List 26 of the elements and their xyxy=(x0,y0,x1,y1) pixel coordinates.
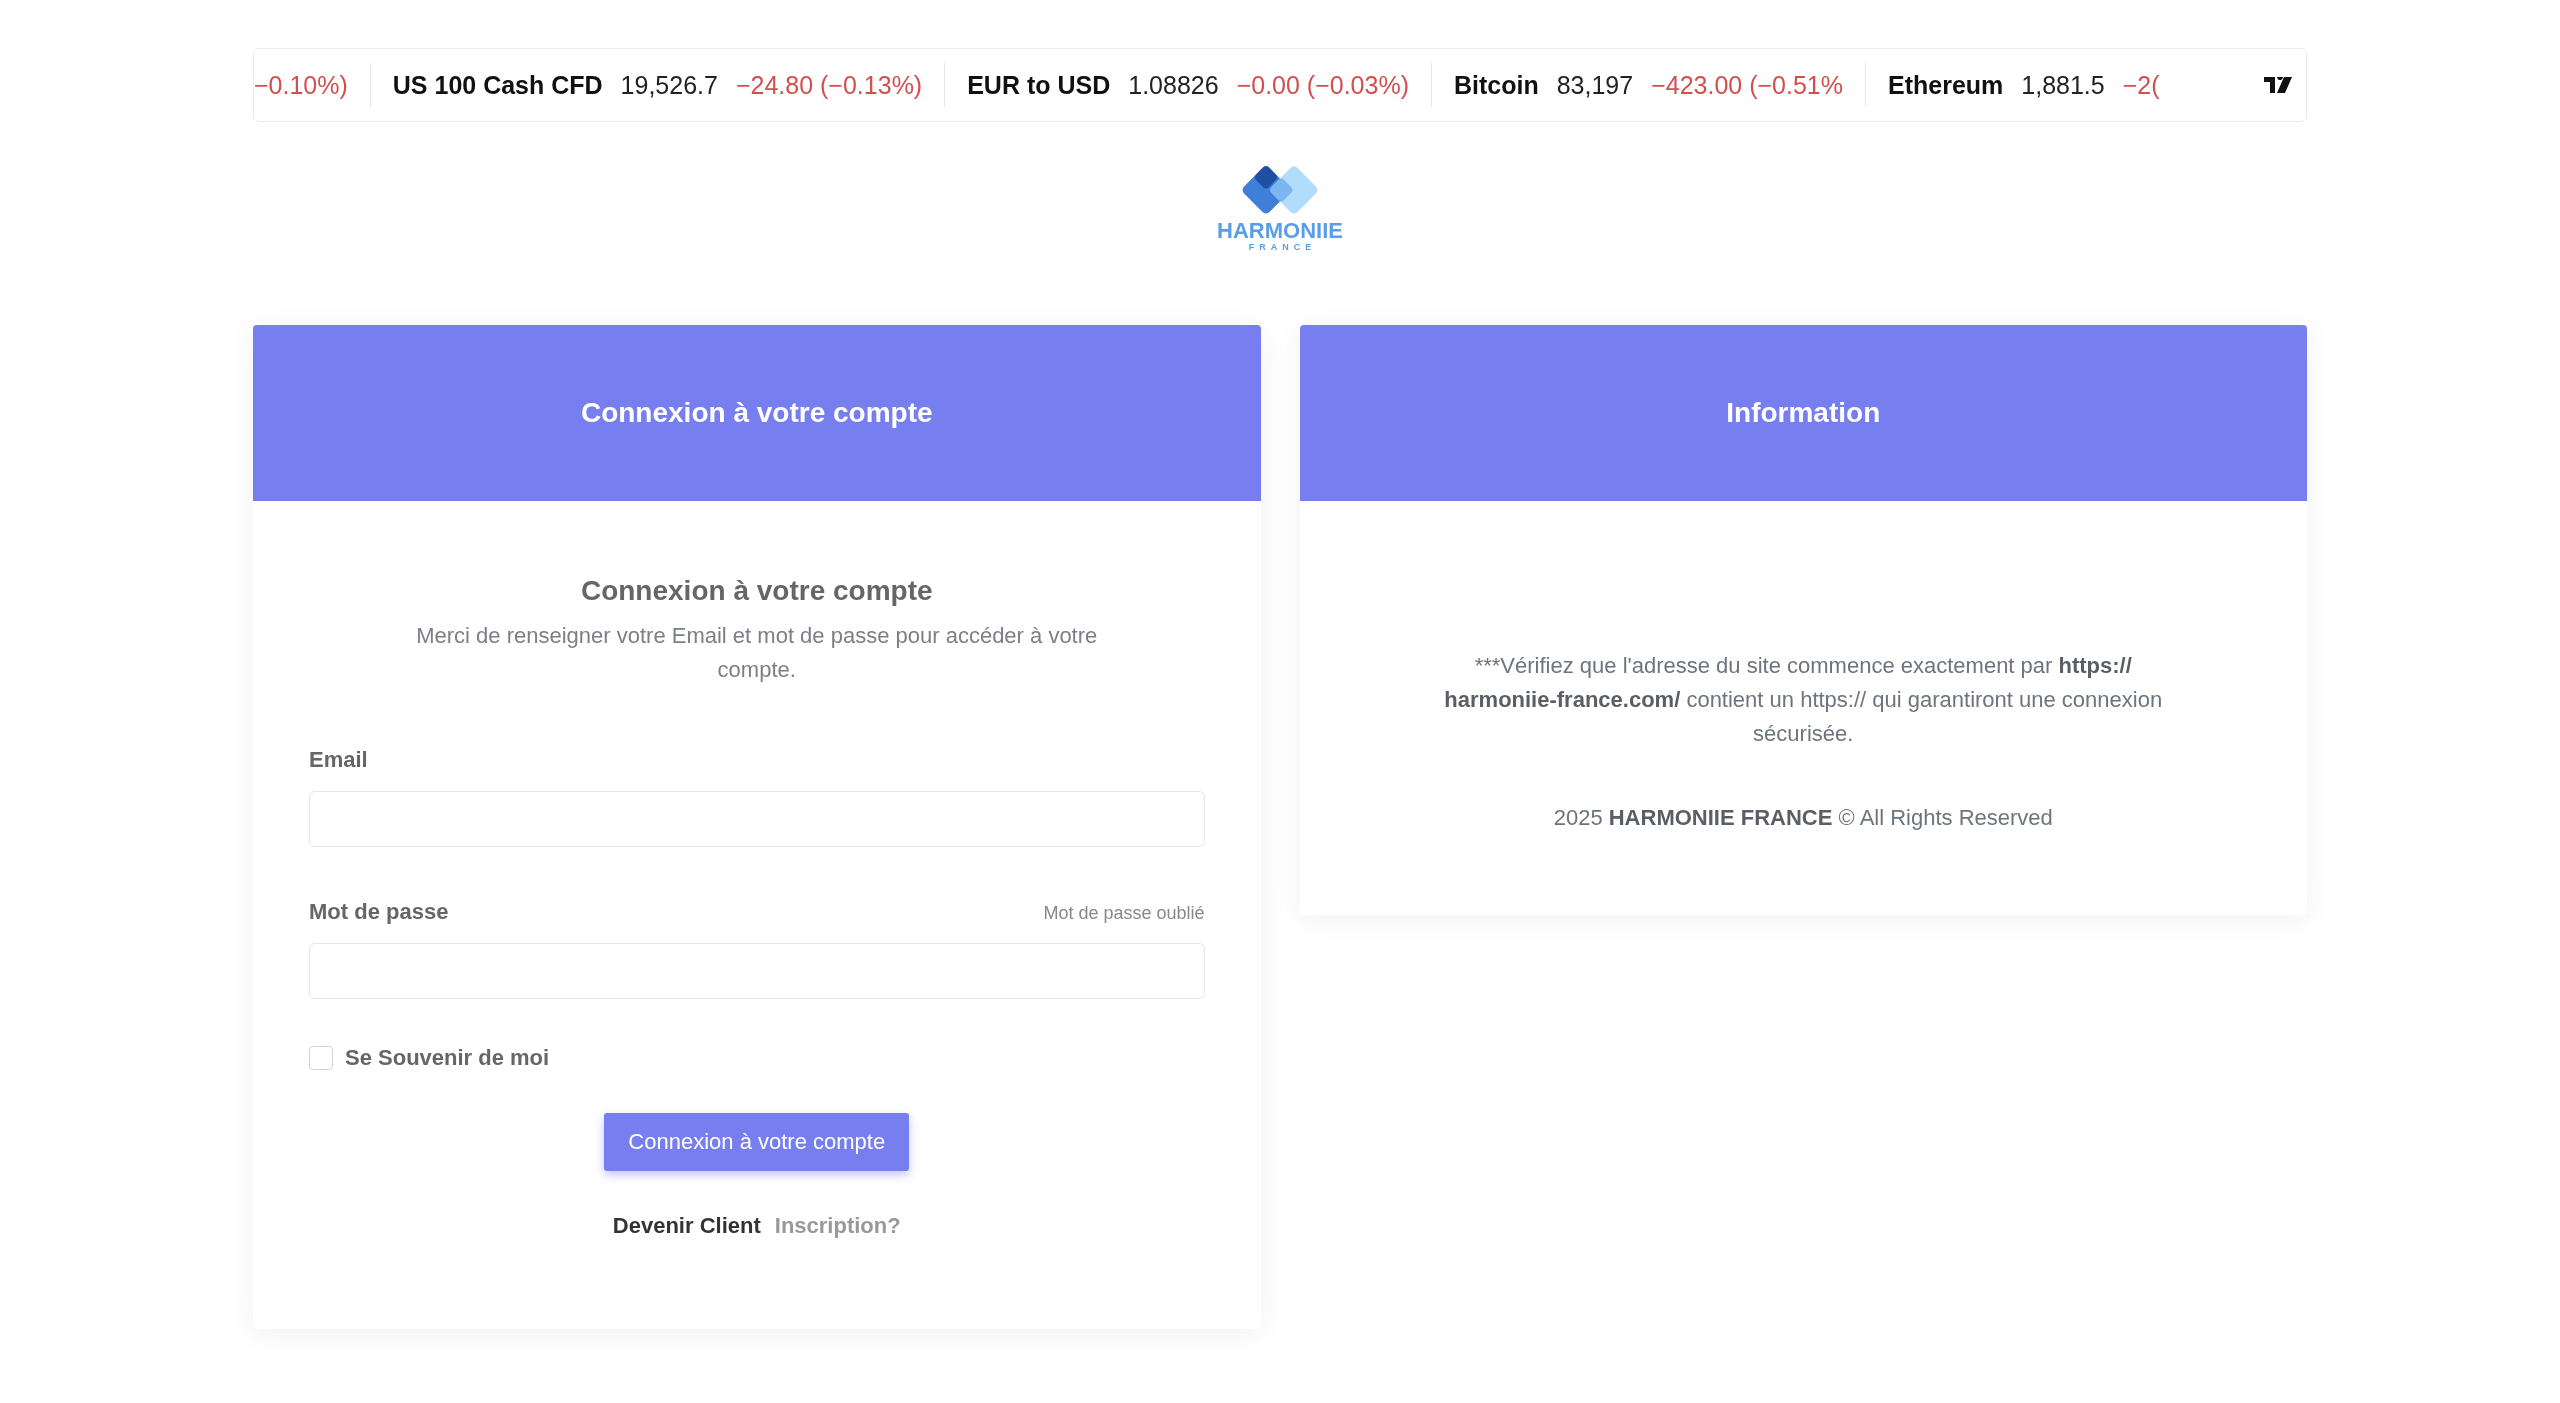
ticker-change: −24.80 (−0.13%) xyxy=(735,70,923,100)
ticker-change: −423.00 (−0.51% xyxy=(1651,70,1843,100)
form-subtitle: Merci de renseigner votre Email et mot de passe pour accéder à votre compte. xyxy=(415,621,1099,684)
form-title: Connexion à votre compte xyxy=(579,574,934,607)
forgot-password-link[interactable]: Mot de passe oublié xyxy=(1043,902,1205,924)
ticker-price: 19,526.7 xyxy=(620,70,718,100)
ticker-change: −0.00 (−0.03%) xyxy=(1236,70,1409,100)
field-label: Email xyxy=(309,746,368,773)
security-notice: ***Vérifiez que l'adresse du site commence exactement par https:// harmoniie-france.com/ contient un https:// qui garantiront une connexion sécurisée. xyxy=(1443,651,2164,748)
remember-label: Se Souvenir de moi xyxy=(345,1044,550,1071)
ticker-symbol[interactable]: EUR to USD xyxy=(967,70,1111,100)
card-header: Information xyxy=(1299,324,2307,501)
ticker-symbol[interactable]: US 100 Cash CFD xyxy=(392,70,603,100)
ticker-change: −2( xyxy=(2122,70,2160,100)
ticker-price: 1,881.5 xyxy=(2021,70,2105,100)
ticker-symbol[interactable]: Bitcoin xyxy=(1453,70,1539,100)
ticker-symbol[interactable]: Ethereum xyxy=(1888,70,2004,100)
logo-wordmark: HARMONIIE xyxy=(1217,220,1343,242)
card-header: Connexion à votre compte xyxy=(253,324,1261,501)
ticker-price: 1.08826 xyxy=(1128,70,1219,100)
copyright-text: 2025 HARMONIIE FRANCE © All Rights Reserved xyxy=(1553,804,2053,831)
ticker-change: −0.10%) xyxy=(254,70,348,100)
signup-text: Devenir Client xyxy=(612,1212,761,1239)
ticker-price: 83,197 xyxy=(1556,70,1634,100)
field-label: Mot de passe xyxy=(309,898,449,925)
logo-tagline: FRANCE xyxy=(1248,242,1317,253)
